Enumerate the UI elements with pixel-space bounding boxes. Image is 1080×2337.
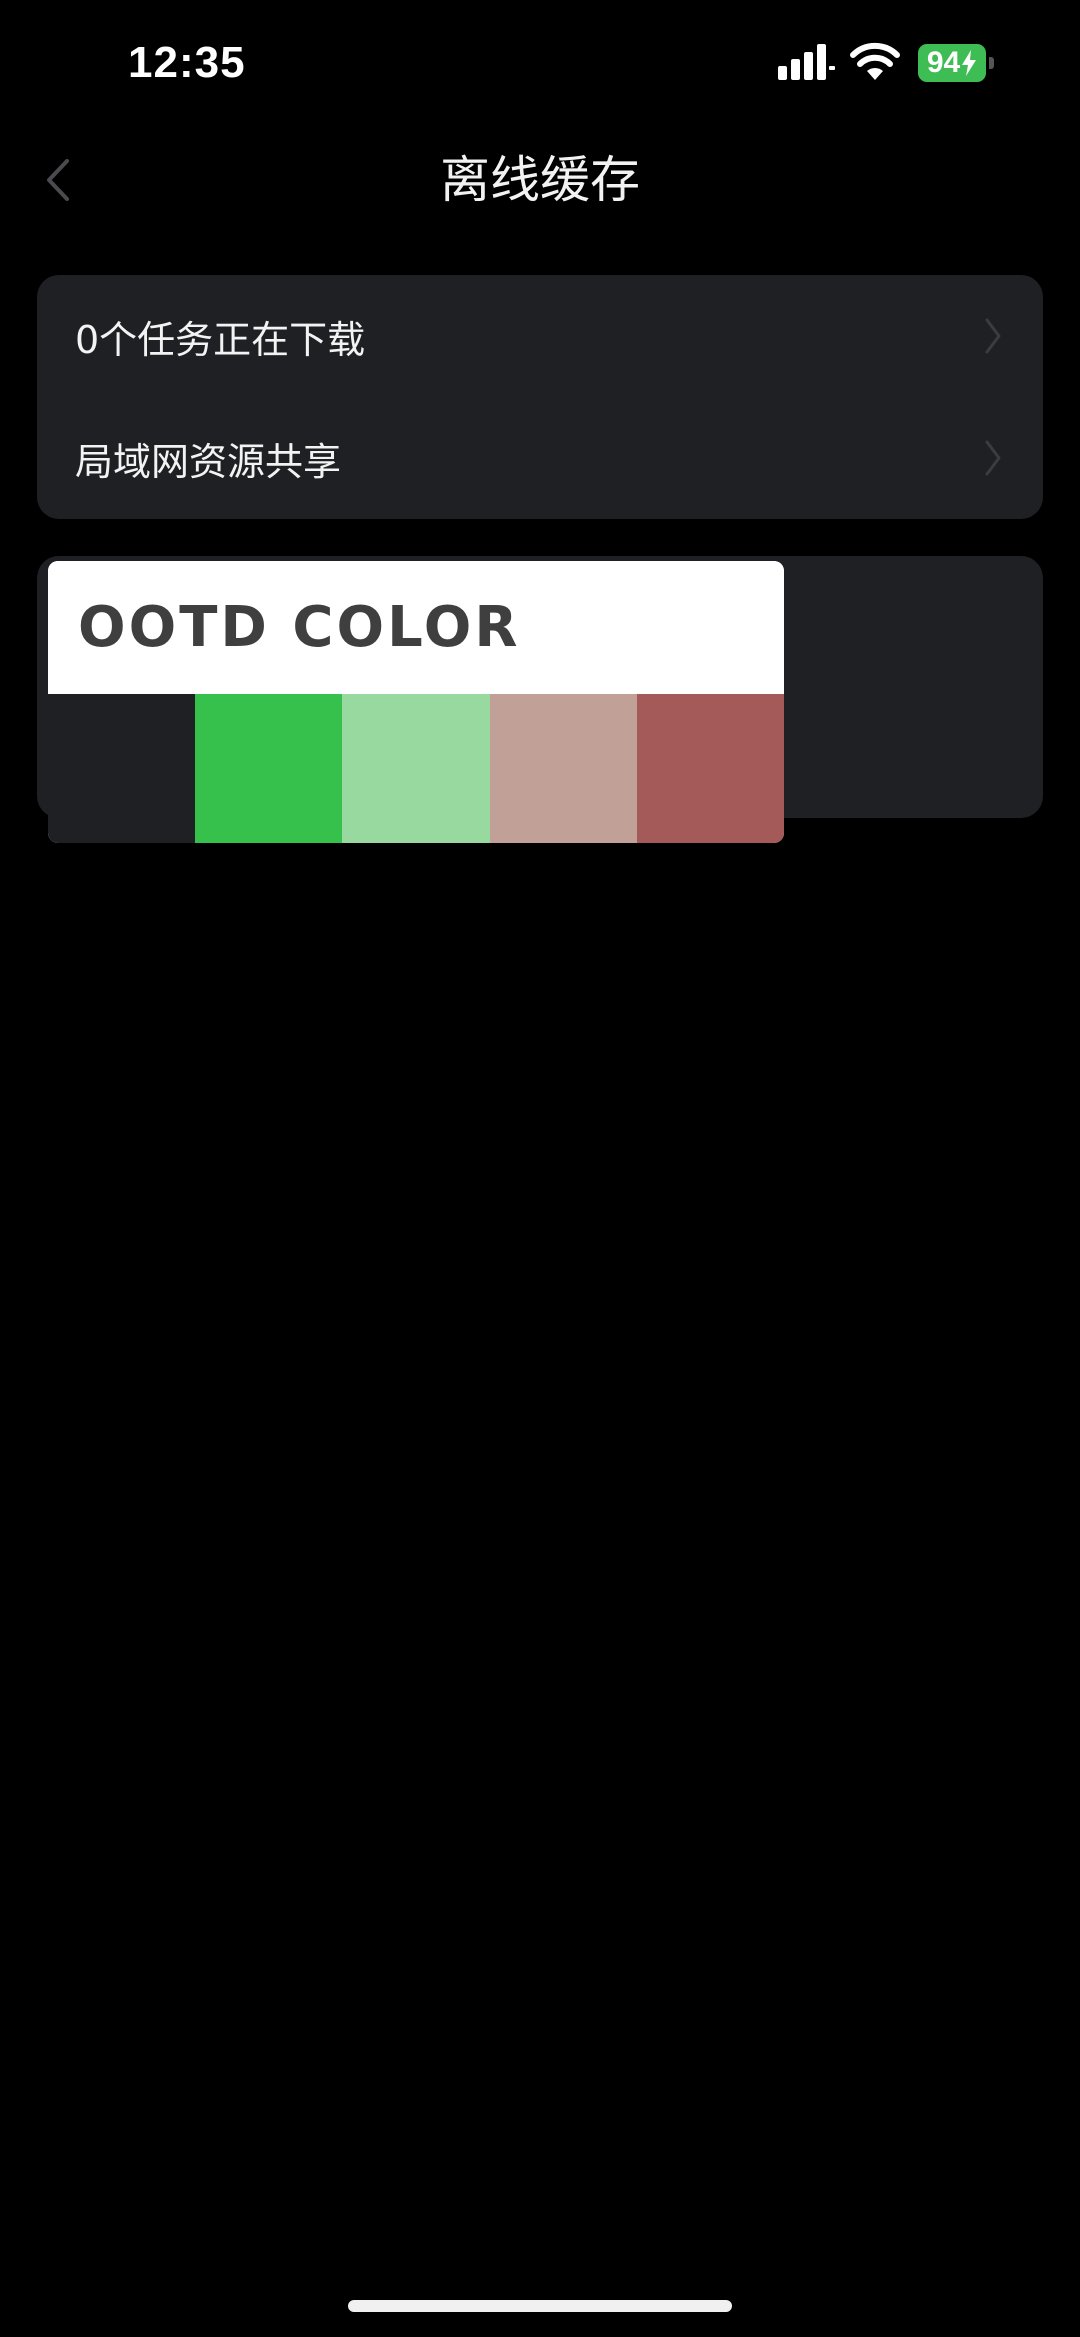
color-swatch bbox=[342, 694, 490, 843]
signal-icon bbox=[778, 44, 835, 80]
palette-title: OOTD COLOR bbox=[78, 595, 521, 660]
battery-cap bbox=[989, 57, 994, 69]
wifi-icon bbox=[850, 42, 900, 80]
chevron-right-icon bbox=[985, 440, 1001, 476]
download-settings-card: 0个任务正在下载 局域网资源共享 bbox=[37, 275, 1043, 519]
palette-swatches bbox=[48, 694, 784, 843]
lan-sharing-row[interactable]: 局域网资源共享 bbox=[37, 397, 1043, 519]
color-swatch bbox=[195, 694, 343, 843]
ootd-color-palette: OOTD COLOR bbox=[48, 561, 784, 843]
downloading-tasks-label: 0个任务正在下载 bbox=[75, 317, 366, 362]
status-time: 12:35 bbox=[128, 38, 246, 87]
chevron-right-icon bbox=[985, 318, 1001, 354]
lan-sharing-label: 局域网资源共享 bbox=[75, 439, 342, 484]
page-title: 离线缓存 bbox=[440, 151, 640, 209]
battery-icon: 94 bbox=[918, 44, 998, 82]
color-swatch bbox=[636, 694, 784, 843]
color-swatch bbox=[489, 694, 637, 843]
nav-bar: 离线缓存 bbox=[0, 130, 1080, 230]
color-swatch bbox=[48, 694, 196, 843]
battery-body: 94 bbox=[918, 44, 986, 82]
charging-bolt-icon bbox=[962, 50, 977, 76]
palette-header: OOTD COLOR bbox=[48, 561, 784, 694]
home-indicator[interactable] bbox=[348, 2300, 732, 2312]
battery-level: 94 bbox=[926, 46, 961, 79]
downloading-tasks-row[interactable]: 0个任务正在下载 bbox=[37, 275, 1043, 397]
status-bar: 12:35 94 bbox=[0, 0, 1080, 130]
